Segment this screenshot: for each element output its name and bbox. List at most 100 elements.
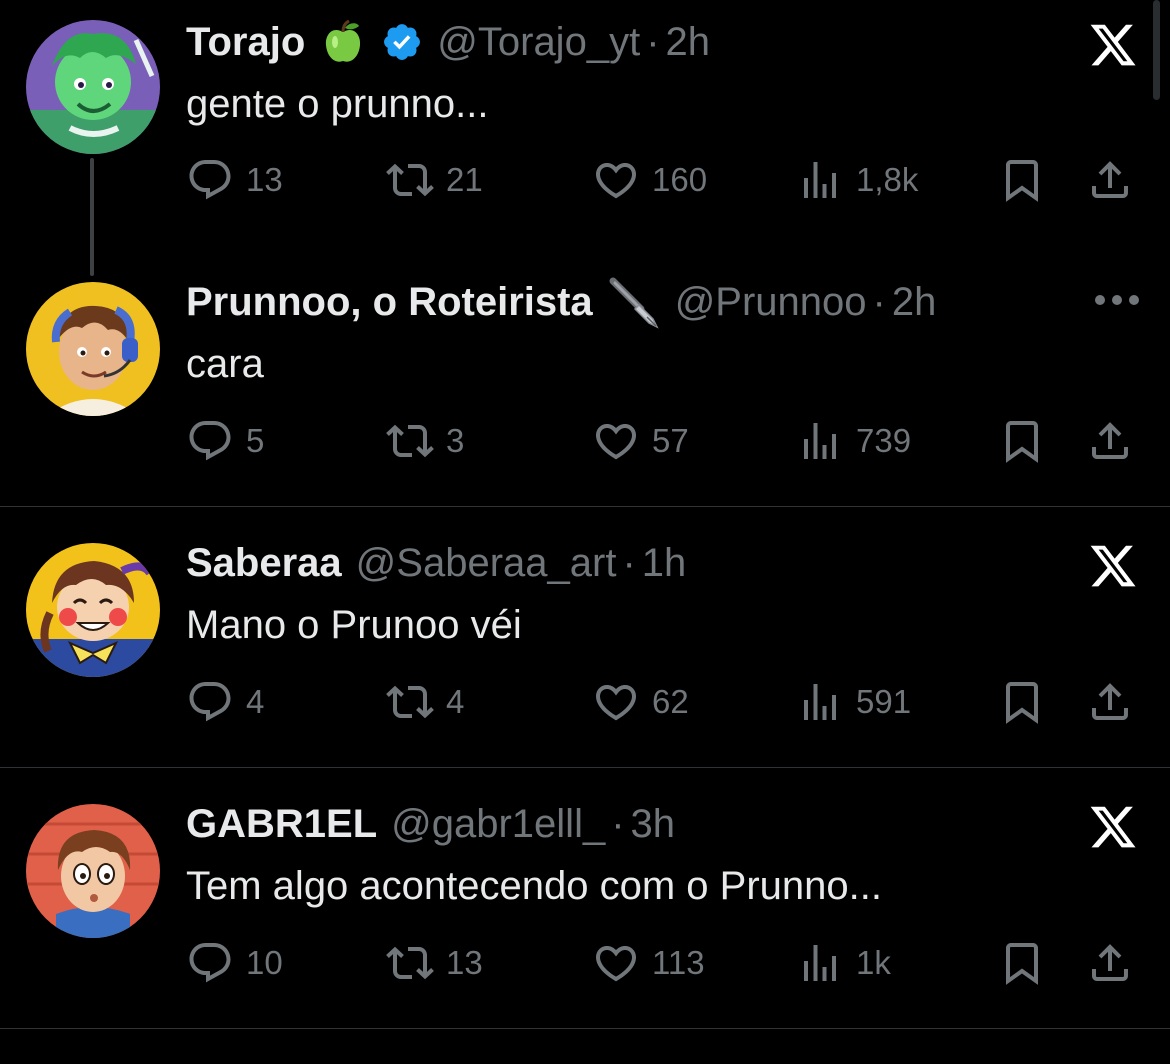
action-bar: 10 13 113 1k xyxy=(186,938,1146,988)
like-button[interactable]: 160 xyxy=(592,155,707,205)
separator-dot: · xyxy=(622,541,636,585)
views-icon xyxy=(804,684,836,720)
tweet-text: Tem algo acontecendo com o Prunno... xyxy=(186,864,882,908)
reply-button[interactable]: 5 xyxy=(186,416,264,466)
bookmark-button[interactable] xyxy=(998,416,1046,466)
reply-button[interactable]: 10 xyxy=(186,938,283,988)
share-icon xyxy=(1092,161,1128,198)
tweet-divider xyxy=(0,1028,1170,1029)
share-button[interactable] xyxy=(1086,938,1134,988)
author-handle[interactable]: @gabr1elll_ xyxy=(391,796,605,852)
views-button[interactable]: 591 xyxy=(796,677,911,727)
author-handle[interactable]: @Prunnoo xyxy=(675,274,867,330)
views-icon xyxy=(804,945,836,981)
share-button[interactable] xyxy=(1086,677,1134,727)
like-icon xyxy=(595,685,637,721)
share-button[interactable] xyxy=(1086,155,1134,205)
share-icon xyxy=(1092,422,1128,459)
retweet-button[interactable]: 21 xyxy=(386,155,483,205)
separator-dot: · xyxy=(611,802,625,846)
action-bar: 4 4 62 591 xyxy=(186,677,1146,727)
tweet-feed: Torajo @Torajo_yt · 2h gente o prunno...… xyxy=(0,0,1170,1064)
x-logo-icon xyxy=(1090,806,1136,848)
views-icon xyxy=(804,423,836,459)
fountain-pen-emoji xyxy=(607,275,661,329)
reply-icon xyxy=(189,421,231,461)
retweet-button[interactable]: 13 xyxy=(386,938,483,988)
reply-icon xyxy=(189,943,231,983)
author-name[interactable]: Prunnoo, o Roteirista xyxy=(186,274,593,330)
tweet-header: Prunnoo, o Roteirista @Prunnoo · 2h xyxy=(186,274,936,330)
scrollbar[interactable] xyxy=(1153,0,1160,100)
timestamp[interactable]: 1h xyxy=(642,535,687,591)
reply-count: 4 xyxy=(246,683,265,720)
reply-count: 10 xyxy=(246,944,283,981)
timestamp[interactable]: 2h xyxy=(892,274,937,330)
more-icon[interactable] xyxy=(1094,294,1140,306)
bookmark-button[interactable] xyxy=(998,155,1046,205)
avatar-image xyxy=(26,543,160,677)
tweet[interactable]: Prunnoo, o Roteirista @Prunnoo · 2h cara xyxy=(0,250,1170,506)
verified-badge-icon[interactable] xyxy=(381,21,423,63)
bookmark-icon xyxy=(1006,421,1038,463)
author-handle[interactable]: @Saberaa_art xyxy=(356,535,617,591)
retweet-button[interactable]: 4 xyxy=(386,677,464,727)
bookmark-icon xyxy=(1006,682,1038,724)
author-name[interactable]: Torajo xyxy=(186,14,305,70)
views-icon xyxy=(804,162,836,198)
tweet-text: cara xyxy=(186,342,264,386)
reply-button[interactable]: 4 xyxy=(186,677,264,727)
views-button[interactable]: 1k xyxy=(796,938,891,988)
tweet-header: Saberaa @Saberaa_art · 1h xyxy=(186,535,686,591)
x-logo-icon xyxy=(1090,545,1136,587)
author-name[interactable]: GABR1EL xyxy=(186,796,377,852)
avatar[interactable] xyxy=(26,804,160,938)
retweet-icon xyxy=(386,946,434,980)
tweet[interactable]: Torajo @Torajo_yt · 2h gente o prunno...… xyxy=(0,0,1170,276)
retweet-count: 13 xyxy=(446,944,483,981)
views-button[interactable]: 1,8k xyxy=(796,155,918,205)
tweet-header: GABR1EL @gabr1elll_ · 3h xyxy=(186,796,675,852)
timestamp[interactable]: 2h xyxy=(666,14,711,70)
view-count: 591 xyxy=(856,683,912,720)
author-name[interactable]: Saberaa xyxy=(186,535,342,591)
reply-count: 5 xyxy=(246,422,265,459)
like-button[interactable]: 62 xyxy=(592,677,689,727)
view-count: 739 xyxy=(856,422,912,459)
tweet-text: Mano o Prunoo véi xyxy=(186,603,522,647)
retweet-count: 4 xyxy=(446,683,465,720)
like-button[interactable]: 113 xyxy=(592,938,705,988)
like-button[interactable]: 57 xyxy=(592,416,689,466)
share-button[interactable] xyxy=(1086,416,1134,466)
retweet-icon xyxy=(386,685,434,719)
avatar[interactable] xyxy=(26,282,160,416)
avatar[interactable] xyxy=(26,20,160,154)
retweet-icon xyxy=(386,163,434,197)
reply-icon xyxy=(189,682,231,722)
retweet-button[interactable]: 3 xyxy=(386,416,464,466)
avatar-image xyxy=(26,282,160,416)
views-button[interactable]: 739 xyxy=(796,416,911,466)
like-icon xyxy=(595,163,637,199)
bookmark-button[interactable] xyxy=(998,677,1046,727)
bookmark-button[interactable] xyxy=(998,938,1046,988)
like-icon xyxy=(595,946,637,982)
tweet[interactable]: GABR1EL @gabr1elll_ · 3h Tem algo aconte… xyxy=(0,768,1170,1028)
tweet[interactable]: Saberaa @Saberaa_art · 1h Mano o Prunoo … xyxy=(0,507,1170,767)
tweet-header: Torajo @Torajo_yt · 2h xyxy=(186,14,710,70)
retweet-count: 3 xyxy=(446,422,465,459)
action-bar: 13 21 160 1,8k xyxy=(186,155,1146,205)
author-handle[interactable]: @Torajo_yt xyxy=(437,14,640,70)
x-logo-icon xyxy=(1090,24,1136,66)
avatar[interactable] xyxy=(26,543,160,677)
bookmark-icon xyxy=(1006,160,1038,202)
avatar-image xyxy=(26,20,160,154)
retweet-icon xyxy=(386,424,434,458)
reply-button[interactable]: 13 xyxy=(186,155,283,205)
reply-count: 13 xyxy=(246,161,283,198)
like-count: 113 xyxy=(652,944,705,981)
timestamp[interactable]: 3h xyxy=(631,796,676,852)
separator-dot: · xyxy=(646,20,660,64)
share-icon xyxy=(1092,944,1128,981)
like-count: 160 xyxy=(652,161,708,198)
